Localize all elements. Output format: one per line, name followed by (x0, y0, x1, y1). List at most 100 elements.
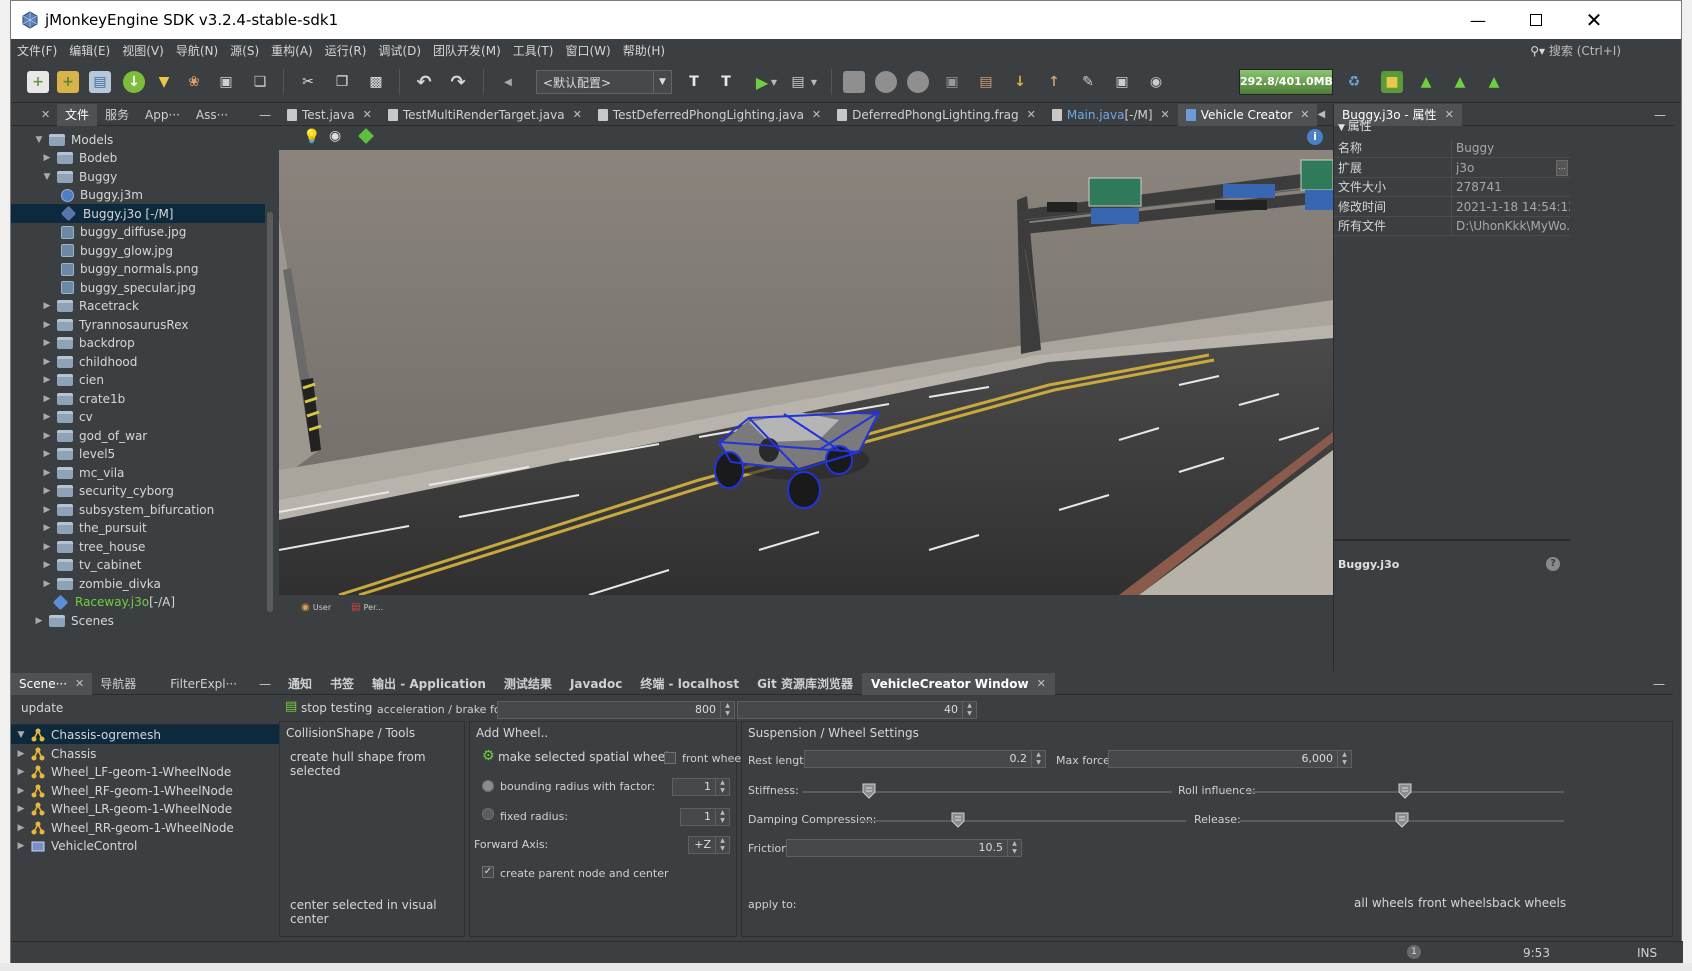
debug-icon[interactable]: ▤ (787, 71, 809, 93)
menu-run[interactable]: 运行(R) (319, 42, 373, 59)
tab-files[interactable]: 文件 (57, 103, 98, 126)
scene-node[interactable]: ▶ Wheel_LF-geom-1-WheelNode (11, 763, 279, 782)
chevron-right-icon[interactable]: ▶ (33, 616, 45, 626)
stiffness-slider[interactable] (802, 783, 1172, 799)
bottom-tab[interactable]: 测试结果 (495, 673, 561, 695)
menu-view[interactable]: 视图(V) (116, 42, 170, 59)
paste-icon[interactable]: ▩ (365, 71, 387, 93)
editor-tab[interactable]: Main.java [-/M] ✕ (1044, 104, 1178, 126)
apply-changes-icon[interactable]: ✎ (1077, 71, 1099, 93)
menu-help[interactable]: 帮助(H) (617, 42, 671, 59)
particles-icon[interactable]: ▲ (1415, 71, 1437, 93)
close-icon[interactable]: ✕ (812, 108, 821, 121)
tree-item[interactable]: ▼ Models (11, 130, 265, 149)
tab-scene-explorer[interactable]: Scene··· ✕ (11, 672, 93, 695)
fixed-radio[interactable] (482, 808, 494, 820)
slider-thumb[interactable] (951, 812, 965, 828)
editor-tab[interactable]: TestDeferredPhongLighting.java ✕ (590, 104, 829, 126)
update-button[interactable]: update (21, 701, 63, 715)
new-file-icon[interactable]: + (27, 71, 49, 93)
bottom-tab[interactable]: VehicleCreator Window ✕ (861, 672, 1055, 695)
close-icon[interactable]: ✕ (1027, 108, 1036, 121)
minimize-panel-button[interactable]: — (1645, 673, 1673, 695)
spinner-arrows-icon[interactable]: ▲ ▼ (1031, 751, 1045, 767)
damping-slider[interactable] (860, 812, 1186, 828)
tab-services[interactable]: 服务 (97, 104, 137, 126)
run-dropdown-icon[interactable]: ▼ (769, 71, 779, 93)
save-all-icon[interactable]: ❏ (249, 71, 271, 93)
tree-item[interactable]: ▶ Scenes (11, 611, 265, 630)
cut-icon[interactable]: ✂ (297, 71, 319, 93)
property-row[interactable]: 所有文件 D:\UhonKkk\MyWo... (1334, 216, 1570, 236)
chevron-down-icon[interactable]: ▼ (15, 730, 27, 740)
friction-spinner[interactable]: 10.5 ▲ ▼ (786, 839, 1022, 857)
debug-dropdown-icon[interactable]: ▼ (809, 71, 819, 93)
spinner-arrows-icon[interactable]: ▲ ▼ (715, 809, 729, 825)
front-wheels-button[interactable]: front wheels (1418, 896, 1492, 910)
tree-scrollbar[interactable] (266, 132, 274, 667)
chevron-right-icon[interactable]: ▶ (41, 523, 53, 533)
chevron-right-icon[interactable]: ▶ (41, 338, 53, 348)
notifications-icon[interactable]: 1 (1407, 945, 1421, 959)
tree-item[interactable]: ▶ subsystem_bifurcation (11, 500, 265, 519)
props-section-header[interactable]: ▼ 属性 (1334, 116, 1570, 138)
stop-icon[interactable] (843, 71, 865, 93)
scrollbar-thumb[interactable] (267, 212, 273, 612)
front-wheel-checkbox[interactable] (664, 752, 676, 764)
tree-item[interactable]: ▶ security_cyborg (11, 482, 265, 501)
chevron-right-icon[interactable]: ▶ (41, 449, 53, 459)
undo-icon[interactable]: ↶ (413, 71, 435, 93)
close-window-button[interactable]: ✕ (1565, 1, 1623, 39)
menu-source[interactable]: 源(S) (224, 42, 265, 59)
spinner-arrows-icon[interactable]: ▲ ▼ (715, 779, 729, 795)
continue-icon[interactable] (907, 71, 929, 93)
spinner-arrows-icon[interactable]: ▲ ▼ (962, 702, 976, 718)
brake-spinner[interactable]: 40 ▲ ▼ (737, 701, 977, 719)
chevron-right-icon[interactable]: ▶ (15, 823, 27, 833)
property-row[interactable]: 扩展 j3o (1334, 157, 1570, 178)
camera-icon[interactable]: ◉ (1145, 71, 1167, 93)
save-icon[interactable]: ▣ (215, 71, 237, 93)
chevron-right-icon[interactable]: ▶ (41, 579, 53, 589)
tree-item[interactable]: Buggy.j3m (11, 186, 265, 205)
editor-tab[interactable]: DeferredPhongLighting.frag ✕ (829, 104, 1044, 126)
close-icon[interactable]: ✕ (1161, 108, 1170, 121)
tree-item[interactable]: ▶ childhood (11, 352, 265, 371)
chevron-right-icon[interactable]: ▶ (41, 542, 53, 552)
mountains-icon[interactable]: ▲ (1449, 71, 1471, 93)
clean-build-icon[interactable]: T (715, 71, 737, 93)
open-project-icon[interactable]: ▤ (89, 71, 111, 93)
create-hull-button[interactable]: create hull shape from selected (290, 750, 464, 778)
tree-item[interactable]: ▶ Bodeb (11, 149, 265, 168)
chevron-right-icon[interactable]: ▶ (41, 431, 53, 441)
eye-icon[interactable]: ◉ (329, 128, 341, 144)
ellipsis-button[interactable]: … (1556, 160, 1568, 176)
scene-node[interactable]: ▶ Wheel_RR-geom-1-WheelNode (11, 818, 279, 837)
menu-navigate[interactable]: 导航(N) (170, 42, 224, 59)
search-box[interactable]: ⚲▾ 搜索 (Ctrl+I) (1530, 42, 1621, 59)
release-slider[interactable] (1240, 812, 1564, 828)
minimize-panel-button[interactable]: — (1646, 104, 1674, 126)
run-to-cursor-icon[interactable]: ↑ (1043, 71, 1065, 93)
tree-item[interactable]: ▶ tv_cabinet (11, 556, 265, 575)
vehicle-icon[interactable]: ▲ (1483, 71, 1505, 93)
tree-item[interactable]: ▶ backdrop (11, 334, 265, 353)
tree-item[interactable]: ▶ cien (11, 371, 265, 390)
make-wheel-button[interactable]: make selected spatial wheel.. (498, 750, 676, 764)
scene-root-node[interactable]: ▼ Chassis-ogremesh (11, 725, 279, 744)
bounding-radio[interactable] (482, 780, 494, 792)
property-row[interactable]: 文件大小 278741 (1334, 177, 1570, 197)
tree-item[interactable]: ▶ mc_vila (11, 463, 265, 482)
chevron-right-icon[interactable]: ▶ (41, 153, 53, 163)
fixed-spinner[interactable]: 1 ▲ ▼ (680, 808, 730, 826)
copy-icon[interactable]: ❐ (331, 71, 353, 93)
close-icon[interactable]: ✕ (1300, 108, 1309, 121)
scene-node[interactable]: ▶ VehicleControl (11, 837, 279, 856)
menu-team[interactable]: 团队开发(M) (427, 42, 507, 59)
accel-spinner[interactable]: 800 ▲ ▼ (497, 701, 735, 719)
chevron-right-icon[interactable]: ▶ (15, 786, 27, 796)
scene-node[interactable]: ▶ Wheel_LR-geom-1-WheelNode (11, 800, 279, 819)
chevron-right-icon[interactable]: ▶ (41, 375, 53, 385)
slider-thumb[interactable] (862, 783, 876, 799)
tree-item[interactable]: buggy_diffuse.jpg (11, 223, 265, 242)
